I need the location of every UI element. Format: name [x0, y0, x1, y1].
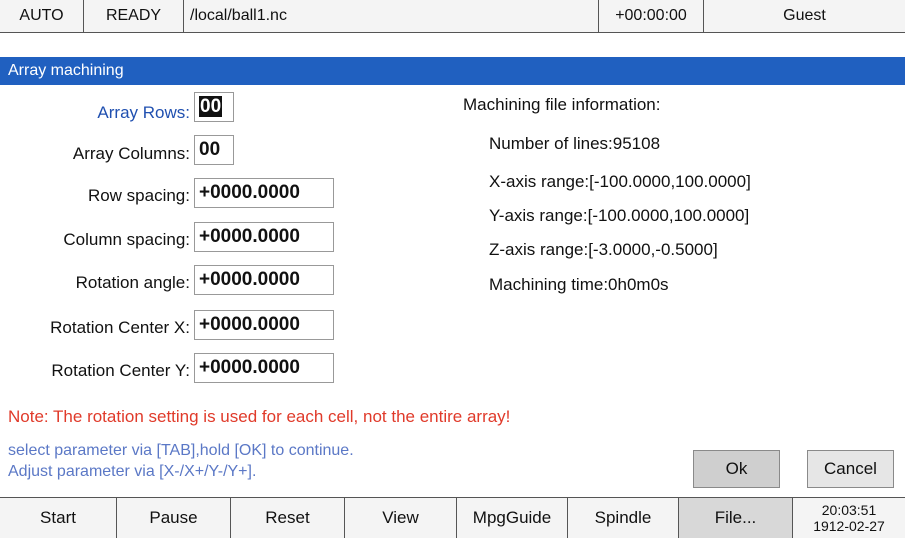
user-indicator: Guest: [783, 7, 826, 24]
view-button[interactable]: View: [345, 498, 457, 538]
bottom-toolbar: Start Pause Reset View MpgGuide Spindle …: [0, 497, 905, 538]
rotation-angle-field[interactable]: +0000.0000: [194, 265, 334, 295]
state-indicator: READY: [84, 0, 184, 32]
pause-button[interactable]: Pause: [117, 498, 231, 538]
file-button[interactable]: File...: [679, 498, 793, 538]
clock-time: 20:03:51: [821, 502, 877, 518]
array-columns-label: Array Columns:: [72, 144, 190, 163]
array-rows-field[interactable]: 00: [194, 92, 234, 122]
column-spacing-field[interactable]: +0000.0000: [194, 222, 334, 252]
current-file: /local/ball1.nc: [184, 0, 599, 32]
start-button[interactable]: Start: [0, 498, 117, 538]
elapsed-time: +00:00:00: [599, 0, 704, 32]
spindle-button[interactable]: Spindle: [568, 498, 679, 538]
row-spacing-field[interactable]: +0000.0000: [194, 178, 334, 208]
file-info-z-range: Z-axis range:[-3.0000,-0.5000]: [489, 240, 718, 259]
status-bar: AUTO READY /local/ball1.nc +00:00:00 Gue…: [0, 0, 905, 33]
file-info-heading: Machining file information:: [463, 95, 661, 114]
hint-select: select parameter via [TAB],hold [OK] to …: [8, 442, 354, 459]
array-rows-label: Array Rows:: [97, 103, 190, 122]
rotation-center-y-field[interactable]: +0000.0000: [194, 353, 334, 383]
clock: 20:03:51 1912-02-27: [793, 498, 905, 538]
mode-indicator: AUTO: [0, 0, 84, 32]
file-info-x-range: X-axis range:[-100.0000,100.0000]: [489, 172, 751, 191]
rotation-angle-label: Rotation angle:: [75, 273, 190, 292]
array-rows-value: 00: [199, 96, 223, 117]
ok-button[interactable]: Ok: [693, 450, 780, 488]
rotation-note: Note: The rotation setting is used for e…: [8, 407, 511, 426]
column-spacing-label: Column spacing:: [63, 230, 190, 249]
reset-button[interactable]: Reset: [231, 498, 345, 538]
rotation-center-x-label: Rotation Center X:: [50, 318, 190, 337]
mpgguide-button[interactable]: MpgGuide: [457, 498, 568, 538]
array-columns-field[interactable]: 00: [194, 135, 234, 165]
hint-adjust: Adjust parameter via [X-/X+/Y-/Y+].: [8, 463, 257, 480]
file-info-machining-time: Machining time:0h0m0s: [489, 275, 669, 294]
file-info-y-range: Y-axis range:[-100.0000,100.0000]: [489, 206, 750, 225]
dialog-title: Array machining: [0, 57, 905, 85]
clock-date: 1912-02-27: [813, 518, 885, 534]
row-spacing-label: Row spacing:: [87, 186, 190, 205]
rotation-center-y-label: Rotation Center Y:: [51, 361, 190, 380]
cancel-button[interactable]: Cancel: [807, 450, 894, 488]
rotation-center-x-field[interactable]: +0000.0000: [194, 310, 334, 340]
file-info-lines: Number of lines:95108: [489, 134, 661, 153]
